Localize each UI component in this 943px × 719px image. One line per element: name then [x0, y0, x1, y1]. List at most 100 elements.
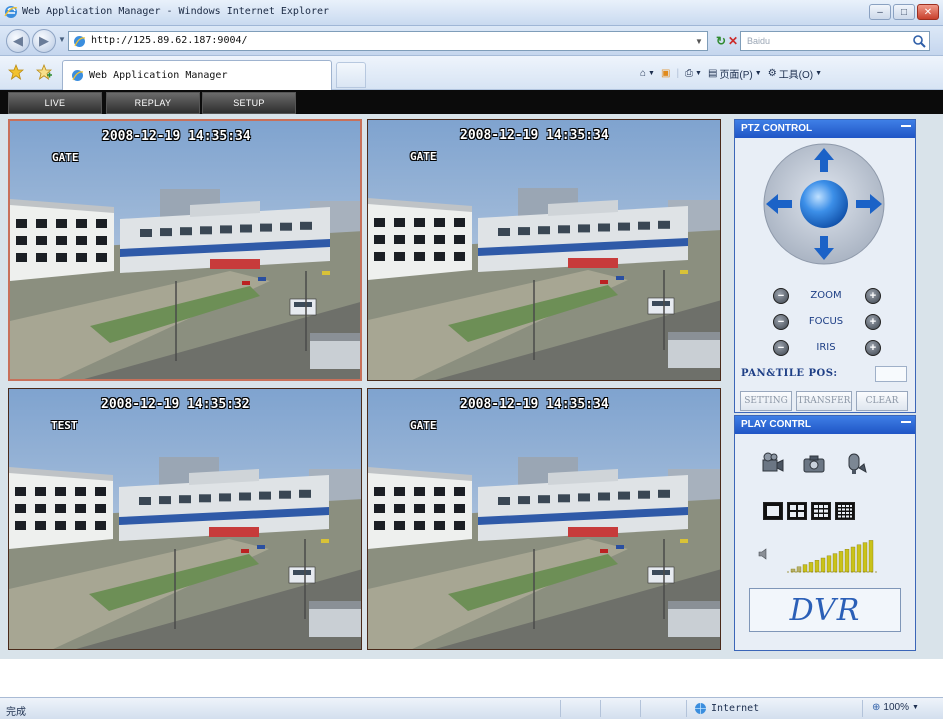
camera-timestamp: 2008-12-19 14:35:34	[102, 129, 251, 144]
minus-icon: −	[777, 341, 785, 354]
collapse-icon[interactable]	[901, 417, 911, 423]
minimize-button[interactable]: –	[869, 4, 891, 20]
app-nav-bar: LIVE REPLAY SETUP	[0, 90, 943, 114]
dvr-logo: DVR	[749, 588, 901, 632]
iris-close-button[interactable]: −	[773, 340, 789, 356]
address-input[interactable]: http://125.89.62.187:9004/ ▼	[68, 31, 708, 51]
close-button[interactable]: ✕	[917, 4, 939, 20]
focus-far-button[interactable]: +	[865, 314, 881, 330]
ptz-panel-title: PTZ CONTROL	[741, 123, 813, 134]
magnifier-icon: ⊕	[872, 702, 881, 713]
ie-logo-icon	[4, 6, 18, 18]
address-url: http://125.89.62.187:9004/	[91, 35, 248, 46]
zoom-level-button[interactable]: ⊕ 100% ▼	[872, 702, 919, 713]
iris-open-button[interactable]: +	[865, 340, 881, 356]
play-panel-header: PLAY CONTRL	[735, 416, 915, 434]
address-toolbar: ◀ ▶ ▼ http://125.89.62.187:9004/ ▼ ↻ ✕ B…	[0, 26, 943, 56]
minus-icon: −	[777, 289, 785, 302]
security-zone[interactable]: Internet	[694, 702, 759, 715]
layout-16-button[interactable]	[835, 502, 855, 520]
zoom-control: − ZOOM +	[735, 288, 917, 308]
forward-arrow-icon: ▶	[39, 33, 49, 48]
search-input[interactable]: Baidu	[740, 31, 930, 51]
tab-toolbar: Web Application Manager ⌂ ▼ ▣ | ⎙ ▼ ▤ 页面(P)…	[0, 56, 943, 90]
camera-timestamp: 2008-12-19 14:35:34	[460, 397, 609, 412]
add-favorites-icon[interactable]	[36, 64, 52, 80]
quad-view-icon	[790, 505, 804, 517]
status-divider	[686, 700, 687, 717]
snapshot-icon[interactable]	[801, 450, 827, 476]
maximize-button[interactable]: □	[893, 4, 915, 20]
ptz-center-button[interactable]	[800, 180, 848, 228]
tab-title: Web Application Manager	[89, 70, 228, 81]
page-menu-label: 页面(P)	[719, 69, 753, 81]
camera-tile[interactable]: 2008-12-19 14:35:34 GATE	[367, 119, 721, 381]
home-button[interactable]: ⌂ ▼	[640, 68, 655, 79]
tab-replay[interactable]: REPLAY	[106, 92, 200, 114]
minus-icon: −	[777, 315, 785, 328]
layout-9-button[interactable]	[811, 502, 831, 520]
zoom-in-button[interactable]: +	[865, 288, 881, 304]
forward-button[interactable]: ▶	[32, 29, 56, 53]
back-button[interactable]: ◀	[6, 29, 30, 53]
status-divider	[560, 700, 561, 717]
status-divider	[640, 700, 641, 717]
status-divider	[600, 700, 601, 717]
pan-tilt-label: PAN&TILE POS:	[741, 368, 838, 379]
page-icon: ▤	[707, 67, 718, 79]
focus-near-button[interactable]: −	[773, 314, 789, 330]
ptz-control-panel: PTZ CONTROL − ZOOM + − FOCUS + − IRIS + …	[734, 119, 916, 413]
page-menu[interactable]: ▤ 页面(P) ▼	[708, 66, 762, 81]
feeds-button[interactable]: ▣	[661, 68, 670, 79]
tab-live[interactable]: LIVE	[8, 92, 102, 114]
browser-tab-active[interactable]: Web Application Manager	[62, 60, 332, 90]
tab-setup[interactable]: SETUP	[202, 92, 296, 114]
plus-icon: +	[869, 341, 877, 354]
window-titlebar: Web Application Manager - Windows Intern…	[0, 0, 943, 26]
play-control-panel: PLAY CONTRL DVR	[734, 415, 916, 651]
focus-control: − FOCUS +	[735, 314, 917, 334]
print-button[interactable]: ⎙ ▼	[685, 68, 702, 79]
search-icon[interactable]	[912, 34, 926, 48]
favorites-star-icon[interactable]	[8, 64, 24, 80]
layout-4-button[interactable]	[787, 502, 807, 520]
camera-tile[interactable]: 2008-12-19 14:35:34 GATE	[8, 119, 362, 381]
live-view-area: 2008-12-19 14:35:34 GATE 2008-12-19 14:3…	[0, 114, 943, 659]
camera-name: GATE	[410, 419, 437, 432]
camera-tile[interactable]: 2008-12-19 14:35:32 TEST	[8, 388, 362, 650]
setting-button[interactable]: SETTING	[740, 391, 792, 411]
single-view-icon	[767, 506, 779, 516]
search-placeholder: Baidu	[747, 36, 771, 46]
nine-view-icon	[814, 505, 828, 517]
record-icon[interactable]	[759, 450, 785, 476]
layout-1-button[interactable]	[763, 502, 783, 520]
transfer-button[interactable]: TRANSFER	[796, 391, 852, 411]
minimize-icon: –	[877, 6, 883, 18]
ptz-direction-pad	[763, 143, 885, 265]
address-dropdown-icon[interactable]: ▼	[691, 32, 707, 50]
camera-timestamp: 2008-12-19 14:35:34	[460, 128, 609, 143]
speaker-icon[interactable]	[757, 547, 771, 561]
tools-menu-label: 工具(O)	[778, 69, 814, 81]
volume-slider[interactable]	[787, 540, 877, 574]
zoom-label: ZOOM	[810, 290, 842, 301]
iris-label: IRIS	[816, 342, 836, 353]
status-bar: 完成 Internet ⊕ 100% ▼	[0, 697, 943, 719]
zoom-out-button[interactable]: −	[773, 288, 789, 304]
tools-menu[interactable]: ⚙ 工具(O) ▼	[768, 66, 822, 81]
clear-button[interactable]: CLEAR	[856, 391, 908, 411]
gear-icon: ⚙	[767, 67, 777, 79]
new-tab-button[interactable]	[336, 62, 366, 88]
pan-tilt-position-input[interactable]	[875, 366, 907, 382]
history-dropdown-icon[interactable]: ▼	[58, 35, 66, 44]
window-title: Web Application Manager - Windows Intern…	[22, 6, 330, 17]
camera-tile[interactable]: 2008-12-19 14:35:34 GATE	[367, 388, 721, 650]
talk-icon[interactable]	[843, 450, 869, 476]
toolbar-divider: |	[676, 67, 680, 79]
home-icon: ⌂	[640, 67, 647, 79]
collapse-icon[interactable]	[901, 121, 911, 127]
printer-icon: ⎙	[685, 67, 694, 79]
status-text: 完成	[6, 707, 26, 718]
close-icon: ✕	[923, 6, 933, 18]
zone-label: Internet	[711, 703, 760, 714]
